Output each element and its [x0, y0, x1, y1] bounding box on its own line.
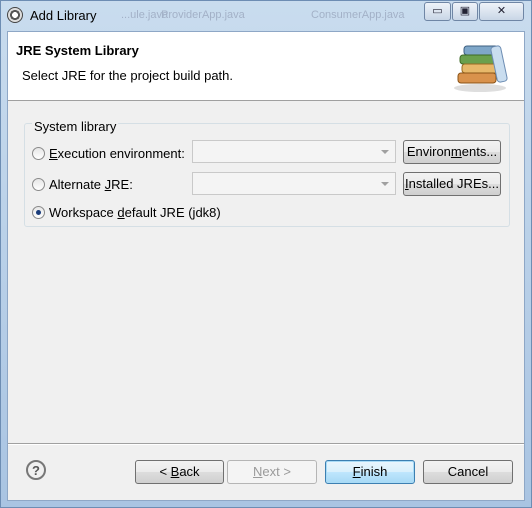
execution-environment-dropdown[interactable]: [192, 140, 396, 163]
page-title: JRE System Library: [16, 43, 139, 58]
system-library-group-label: System library: [32, 119, 119, 134]
title-bar[interactable]: Add Library ...ule.java ProviderApp.java…: [1, 1, 531, 31]
background-editor-tabs: ...ule.java ProviderApp.java ConsumerApp…: [121, 9, 421, 25]
radio-button[interactable]: [32, 178, 45, 191]
maximize-icon: ▣: [459, 5, 471, 17]
alternate-jre-dropdown[interactable]: [192, 172, 396, 195]
installed-jres-button[interactable]: Installed JREs...: [403, 172, 501, 196]
radio-label: Workspace default JRE (jdk8): [49, 205, 221, 220]
minimize-button[interactable]: ▭: [424, 2, 451, 21]
maximize-button[interactable]: ▣: [452, 2, 478, 21]
background-tab: ConsumerApp.java: [311, 9, 405, 21]
help-icon[interactable]: ?: [26, 460, 46, 480]
library-books-icon: [454, 45, 508, 92]
environments-button[interactable]: Environments...: [403, 140, 501, 164]
chevron-down-icon: [381, 150, 389, 154]
page-description: Select JRE for the project build path.: [22, 68, 234, 83]
chevron-down-icon: [381, 182, 389, 186]
radio-label: Execution environment:: [49, 146, 185, 161]
radio-button-selected[interactable]: [32, 206, 45, 219]
cancel-button[interactable]: Cancel: [423, 460, 513, 484]
minimize-icon: ▭: [432, 5, 443, 17]
wizard-header: JRE System Library Select JRE for the pr…: [8, 32, 524, 101]
background-tab: ProviderApp.java: [161, 9, 245, 21]
close-button[interactable]: ✕: [479, 2, 524, 21]
close-icon: ✕: [496, 5, 507, 17]
next-button[interactable]: Next >: [227, 460, 317, 484]
radio-button[interactable]: [32, 147, 45, 160]
eclipse-app-icon: [7, 7, 23, 23]
add-library-dialog: Add Library ...ule.java ProviderApp.java…: [0, 0, 532, 508]
radio-label: Alternate JRE:: [49, 177, 133, 192]
finish-button[interactable]: Finish: [325, 460, 415, 484]
back-button[interactable]: < Back: [135, 460, 224, 484]
footer-separator: [8, 443, 524, 445]
dialog-client-area: JRE System Library Select JRE for the pr…: [7, 31, 525, 501]
window-title: Add Library: [30, 8, 97, 23]
